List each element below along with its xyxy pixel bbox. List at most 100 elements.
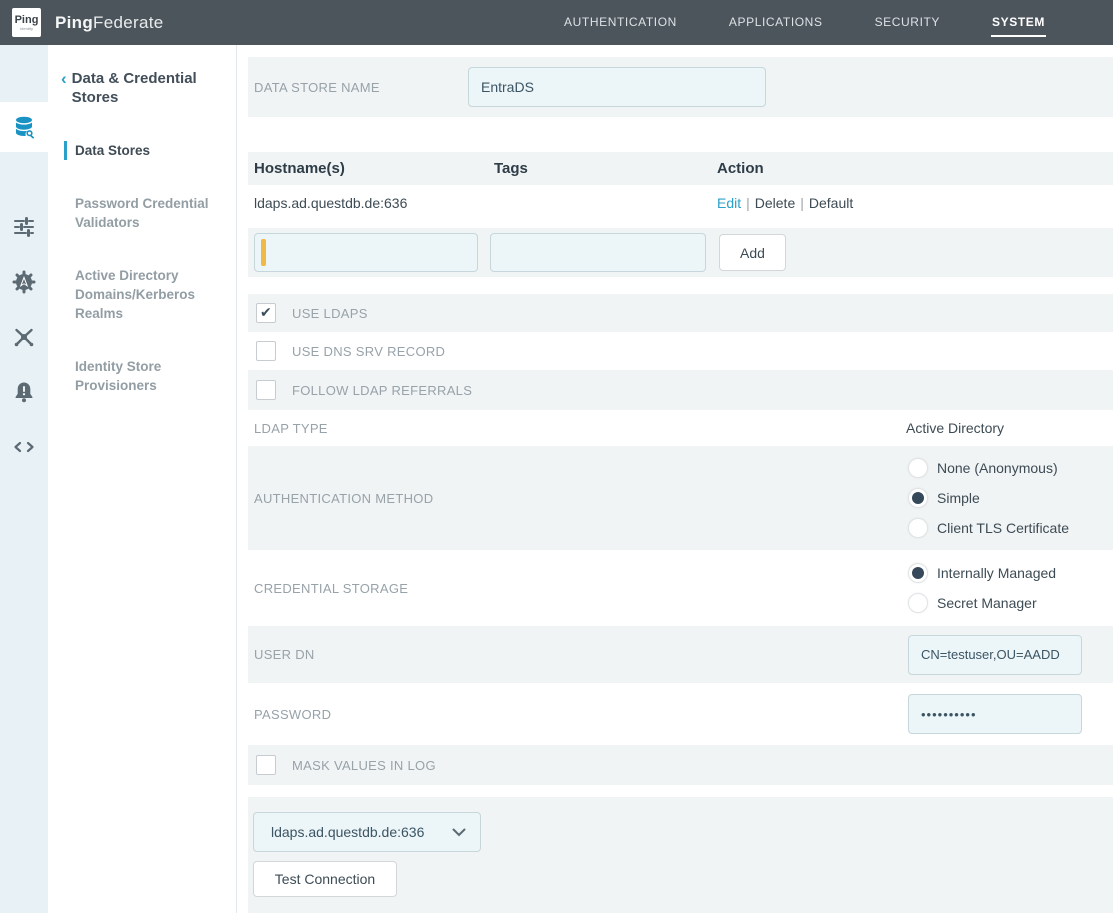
radio-option-simple[interactable]: Simple [908, 488, 1069, 508]
chevron-down-icon [452, 828, 466, 837]
test-connection-section: ldaps.ad.questdb.de:636 Test Connection [248, 797, 1113, 913]
sidebar-item-password-credential-validators[interactable]: Password Credential Validators [48, 194, 236, 232]
radio-label-client-tls-certificate: Client TLS Certificate [937, 520, 1069, 536]
nav-item-system[interactable]: SYSTEM [991, 9, 1046, 37]
radio-option-secret-manager[interactable]: Secret Manager [908, 593, 1056, 613]
delete-link[interactable]: Delete [755, 195, 795, 211]
sidebar-title: Data & Credential Stores [72, 69, 226, 107]
add-host-row: Add [248, 228, 1113, 277]
hostname-select-value: ldaps.ad.questdb.de:636 [271, 824, 424, 840]
follow-ldap-referrals-checkbox[interactable] [256, 380, 276, 400]
data-store-name-label: DATA STORE NAME [254, 80, 468, 95]
authentication-method-row: AUTHENTICATION METHOD None (Anonymous) S… [248, 446, 1113, 550]
hosts-table-header: Hostname(s) Tags Action [248, 152, 1113, 185]
use-dns-srv-record-label: USE DNS SRV RECORD [292, 344, 445, 359]
radio-option-internally-managed[interactable]: Internally Managed [908, 563, 1056, 583]
use-ldaps-label: USE LDAPS [292, 306, 368, 321]
top-navbar: Ping Identity PingFederate AUTHENTICATIO… [0, 0, 1113, 45]
sidebar-item-data-stores[interactable]: Data Stores [48, 141, 236, 160]
ping-logo: Ping Identity [12, 8, 41, 37]
active-item-bar [64, 141, 67, 160]
nav-item-applications[interactable]: APPLICATIONS [728, 9, 824, 37]
sidebar-item-identity-store-provisioners[interactable]: Identity Store Provisioners [48, 357, 236, 395]
ping-logo-subtext: Identity [20, 26, 33, 31]
nav-item-security[interactable]: SECURITY [874, 9, 941, 37]
ldap-type-row: LDAP TYPE Active Directory [248, 410, 1113, 446]
radio-label-internally-managed: Internally Managed [937, 565, 1056, 581]
user-dn-row: USER DN CN=testuser,OU=AADD [248, 626, 1113, 683]
credential-storage-row: CREDENTIAL STORAGE Internally Managed Se… [248, 550, 1113, 626]
credential-storage-options: Internally Managed Secret Manager [908, 550, 1056, 626]
host-table-row: ldaps.ad.questdb.de:636 Edit|Delete|Defa… [248, 185, 1113, 221]
main-navigation: AUTHENTICATION APPLICATIONS SECURITY SYS… [563, 9, 1046, 37]
data-store-name-input[interactable]: EntraDS [468, 67, 766, 107]
add-host-button[interactable]: Add [719, 234, 786, 271]
user-dn-label: USER DN [254, 647, 315, 662]
mask-values-in-log-row: MASK VALUES IN LOG [248, 745, 1113, 785]
mask-values-in-log-checkbox[interactable] [256, 755, 276, 775]
icon-rail [0, 45, 48, 913]
radio-internally-managed[interactable] [908, 563, 928, 583]
ldap-type-label: LDAP TYPE [254, 421, 328, 436]
action-separator: | [795, 195, 809, 211]
user-dn-input[interactable]: CN=testuser,OU=AADD [908, 635, 1082, 675]
gear-navigation-icon[interactable] [12, 270, 36, 294]
column-header-hostnames: Hostname(s) [248, 160, 488, 177]
radio-secret-manager[interactable] [908, 593, 928, 613]
use-ldaps-row: USE LDAPS [248, 294, 1113, 332]
alert-bell-icon[interactable] [12, 380, 36, 404]
sidebar-item-label: Password Credential Validators [75, 196, 209, 230]
sidebar-item-active-directory-domains[interactable]: Active Directory Domains/Kerberos Realms [48, 266, 236, 323]
nav-item-authentication[interactable]: AUTHENTICATION [563, 9, 678, 37]
product-title: PingFederate [55, 13, 163, 33]
action-separator: | [741, 195, 755, 211]
new-hostname-input[interactable] [254, 233, 478, 272]
data-stores-database-key-icon[interactable] [12, 115, 36, 139]
main-content: DATA STORE NAME EntraDS Hostname(s) Tags… [237, 45, 1113, 913]
authentication-method-options: None (Anonymous) Simple Client TLS Certi… [908, 446, 1069, 550]
sidebar-item-label: Data Stores [75, 143, 150, 158]
sidebar-menu: Data Stores Password Credential Validato… [48, 141, 236, 395]
column-header-action: Action [711, 160, 1113, 177]
radio-option-client-tls-certificate[interactable]: Client TLS Certificate [908, 518, 1069, 538]
ldap-type-value: Active Directory [906, 420, 1004, 436]
use-dns-srv-record-checkbox[interactable] [256, 341, 276, 361]
new-tags-input[interactable] [490, 233, 706, 272]
radio-simple[interactable] [908, 488, 928, 508]
radio-label-simple: Simple [937, 490, 980, 506]
radio-label-none-anonymous: None (Anonymous) [937, 460, 1058, 476]
sidebar-item-label: Identity Store Provisioners [75, 359, 161, 393]
edit-link[interactable]: Edit [717, 195, 741, 211]
sidebar-item-label: Active Directory Domains/Kerberos Realms [75, 268, 195, 321]
data-store-name-row: DATA STORE NAME EntraDS [248, 57, 1113, 117]
authentication-method-label: AUTHENTICATION METHOD [254, 491, 433, 506]
sidebar-back-header[interactable]: ‹ Data & Credential Stores [48, 45, 236, 107]
hostname-select[interactable]: ldaps.ad.questdb.de:636 [253, 812, 481, 852]
use-dns-srv-record-row: USE DNS SRV RECORD [248, 332, 1113, 370]
use-ldaps-checkbox[interactable] [256, 303, 276, 323]
password-row: PASSWORD •••••••••• [248, 683, 1113, 745]
column-header-tags: Tags [488, 160, 711, 177]
ping-logo-text: Ping [15, 15, 39, 26]
required-field-bar [261, 239, 266, 266]
default-link[interactable]: Default [809, 195, 853, 211]
radio-client-tls-certificate[interactable] [908, 518, 928, 538]
follow-ldap-referrals-label: FOLLOW LDAP REFERRALS [292, 383, 472, 398]
password-label: PASSWORD [254, 707, 331, 722]
password-input[interactable]: •••••••••• [908, 694, 1082, 734]
radio-label-secret-manager: Secret Manager [937, 595, 1037, 611]
product-title-bold: Ping [55, 13, 93, 32]
host-hostname-cell: ldaps.ad.questdb.de:636 [248, 195, 488, 211]
radio-none-anonymous[interactable] [908, 458, 928, 478]
radio-option-none-anonymous[interactable]: None (Anonymous) [908, 458, 1069, 478]
mask-values-in-log-label: MASK VALUES IN LOG [292, 758, 436, 773]
network-connector-icon[interactable] [12, 325, 36, 349]
code-brackets-icon[interactable] [12, 435, 36, 459]
sliders-settings-icon[interactable] [12, 215, 36, 239]
host-actions-cell: Edit|Delete|Default [711, 195, 1113, 211]
sidebar: ‹ Data & Credential Stores Data Stores P… [48, 45, 237, 913]
credential-storage-label: CREDENTIAL STORAGE [254, 581, 408, 596]
follow-ldap-referrals-row: FOLLOW LDAP REFERRALS [248, 370, 1113, 410]
product-title-light: Federate [93, 13, 163, 32]
test-connection-button[interactable]: Test Connection [253, 861, 397, 897]
